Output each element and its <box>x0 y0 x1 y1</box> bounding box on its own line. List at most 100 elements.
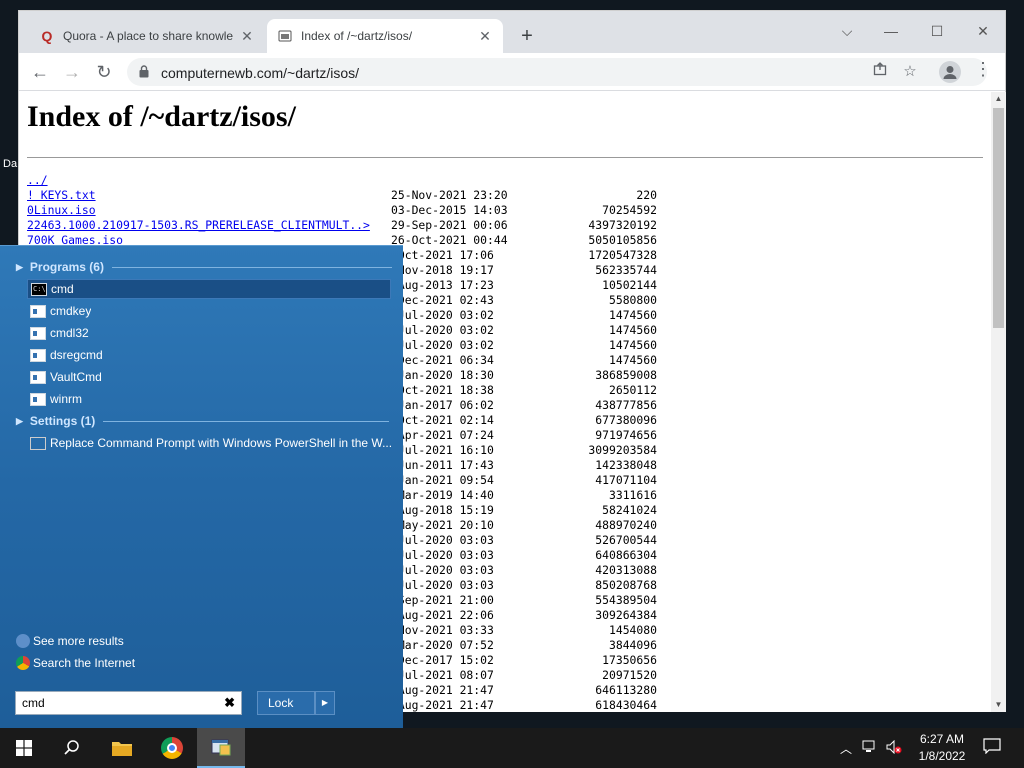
file-size: 420313088 <box>595 563 657 577</box>
more-menu-icon[interactable]: ⋮ <box>973 59 993 85</box>
program-result-label: cmd <box>51 282 74 296</box>
search-internet-link[interactable]: Search the Internet <box>16 656 135 670</box>
file-date: 26-Oct-2021 00:44 <box>391 233 508 247</box>
program-result-cmdl32[interactable]: cmdl32 <box>27 323 391 343</box>
file-date: -Jul-2020 03:03 <box>391 578 494 592</box>
file-date: -Aug-2013 17:23 <box>391 278 494 292</box>
file-size: 646113280 <box>595 683 657 697</box>
file-size: 10502144 <box>602 278 657 292</box>
file-size: 309264384 <box>595 608 657 622</box>
file-size: 3844096 <box>608 638 657 652</box>
power-options-arrow-icon[interactable]: ▶ <box>315 691 335 715</box>
magnifier-icon <box>16 634 30 648</box>
file-date: -Mar-2019 14:40 <box>391 488 494 502</box>
show-hidden-icons-icon[interactable]: ︿ <box>840 740 852 757</box>
tab-index-of-isos[interactable]: Index of /~dartz/isos/ ✕ <box>267 19 503 53</box>
file-link[interactable]: 22463.1000.210917-1503.RS_PRERELEASE_CLI… <box>27 218 370 233</box>
file-size: 1720547328 <box>588 248 657 262</box>
file-date: -Jul-2020 03:02 <box>391 308 494 322</box>
browser-toolbar: ← → ↻ computernewb.com/~dartz/isos/ ☆ ⋮ <box>19 53 1005 91</box>
program-result-label: winrm <box>50 392 82 406</box>
search-box[interactable]: ✖ <box>15 691 242 715</box>
file-size: 58241024 <box>602 503 657 517</box>
scrollbar[interactable]: ▲ ▼ <box>991 92 1006 712</box>
program-result-winrm[interactable]: winrm <box>27 389 391 409</box>
notification-icon[interactable] <box>983 738 1001 757</box>
file-date: -Oct-2021 02:14 <box>391 413 494 427</box>
file-link[interactable]: 0Linux.iso <box>27 203 96 218</box>
close-tab-icon[interactable]: ✕ <box>239 28 255 45</box>
file-date: -Aug-2021 22:06 <box>391 608 494 622</box>
clear-search-icon[interactable]: ✖ <box>224 695 235 711</box>
program-result-label: dsregcmd <box>50 348 103 362</box>
volume-muted-icon[interactable] <box>886 739 902 757</box>
tab-title: Quora - A place to share knowle <box>63 29 234 43</box>
reload-button[interactable]: ↻ <box>91 59 117 85</box>
maximize-button[interactable]: ☐ <box>917 17 957 45</box>
clock-date[interactable]: 1/8/2022 <box>910 749 974 763</box>
program-result-vaultcmd[interactable]: VaultCmd <box>27 367 391 387</box>
file-size: 386859008 <box>595 368 657 382</box>
file-size: 640866304 <box>595 548 657 562</box>
settings-icon <box>30 436 46 450</box>
scroll-down-icon[interactable]: ▼ <box>991 698 1006 712</box>
see-more-results-link[interactable]: See more results <box>16 634 124 648</box>
program-result-cmd[interactable]: C:\ cmd <box>27 279 391 299</box>
file-date: -Aug-2021 21:47 <box>391 683 494 697</box>
search-input[interactable] <box>16 692 216 714</box>
file-size: 142338048 <box>595 458 657 472</box>
tab-search-icon[interactable]: ⌵ <box>827 17 867 45</box>
minimize-button[interactable]: — <box>871 17 911 45</box>
settings-result-item[interactable]: Replace Command Prompt with Windows Powe… <box>27 433 391 453</box>
taskbar: ︿ 6:27 AM 1/8/2022 <box>0 728 1024 768</box>
network-icon[interactable] <box>862 740 878 757</box>
profile-icon[interactable] <box>939 61 961 83</box>
close-tab-icon[interactable]: ✕ <box>477 28 493 45</box>
desktop-icon-label[interactable]: Da <box>3 158 17 170</box>
file-size: 220 <box>636 188 657 202</box>
close-window-button[interactable]: ✕ <box>963 17 1003 45</box>
file-date: -Jul-2020 03:02 <box>391 323 494 337</box>
new-tab-button[interactable]: + <box>515 25 539 49</box>
divider <box>103 420 390 422</box>
program-result-cmdkey[interactable]: cmdkey <box>27 301 391 321</box>
start-button[interactable] <box>0 728 48 768</box>
file-date: -Jun-2011 17:43 <box>391 458 494 472</box>
lock-button[interactable]: Lock <box>257 691 315 715</box>
programs-section-header[interactable]: ▶ Programs (6) <box>16 258 392 276</box>
file-size: 1474560 <box>608 308 657 322</box>
file-date: -Nov-2021 03:33 <box>391 623 494 637</box>
tab-quora[interactable]: Q Quora - A place to share knowle ✕ <box>29 19 265 53</box>
tab-title: Index of /~dartz/isos/ <box>301 29 413 43</box>
scroll-thumb[interactable] <box>993 108 1004 328</box>
address-bar[interactable]: computernewb.com/~dartz/isos/ ☆ <box>127 58 987 86</box>
file-date: -Jul-2020 03:03 <box>391 548 494 562</box>
file-date: -Oct-2021 17:06 <box>391 248 494 262</box>
file-date: -Sep-2021 21:00 <box>391 593 494 607</box>
settings-header-label: Settings (1) <box>29 414 96 428</box>
windows-logo-icon <box>16 740 32 756</box>
bookmark-star-icon[interactable]: ☆ <box>899 62 921 82</box>
taskbar-chrome[interactable] <box>148 728 196 768</box>
scroll-up-icon[interactable]: ▲ <box>991 92 1006 106</box>
url-text[interactable]: computernewb.com/~dartz/isos/ <box>161 65 359 81</box>
script-icon <box>30 392 46 406</box>
back-button[interactable]: ← <box>27 59 53 85</box>
parent-directory-link[interactable]: ../ <box>27 173 48 188</box>
taskbar-app-active[interactable] <box>197 728 245 768</box>
file-size: 3099203584 <box>588 443 657 457</box>
file-size: 5050105856 <box>588 233 657 247</box>
dialer-icon <box>30 326 46 340</box>
file-date: 25-Nov-2021 23:20 <box>391 188 508 202</box>
file-link[interactable]: ! KEYS.txt <box>27 188 96 203</box>
program-result-dsregcmd[interactable]: dsregcmd <box>27 345 391 365</box>
file-size: 1474560 <box>608 338 657 352</box>
settings-section-header[interactable]: ▶ Settings (1) <box>16 412 390 430</box>
app-icon <box>30 370 46 384</box>
taskbar-file-explorer[interactable] <box>98 728 146 768</box>
program-result-label: cmdkey <box>50 304 92 318</box>
forward-button[interactable]: → <box>59 59 85 85</box>
taskbar-search-button[interactable] <box>48 728 96 768</box>
share-icon[interactable] <box>869 62 891 82</box>
clock-time[interactable]: 6:27 AM <box>910 732 974 746</box>
